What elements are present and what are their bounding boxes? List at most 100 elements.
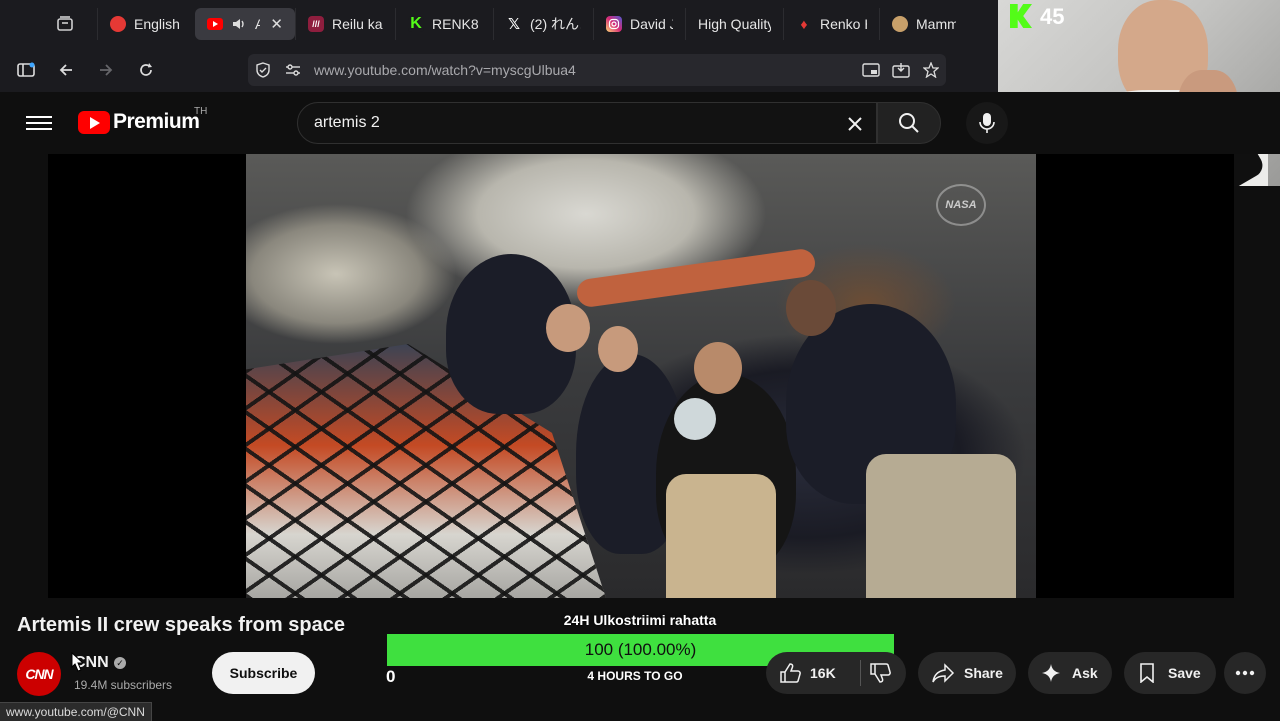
more-actions-button[interactable] [1224,652,1266,694]
tab-x[interactable]: 𝕏 (2) れんゴ [493,8,593,40]
instagram-icon [606,16,622,32]
stream-goal-title: 24H Ulkostriimi rahatta [563,612,717,628]
orange-duct [575,247,817,309]
subscribe-button[interactable]: Subscribe [212,652,315,694]
site-settings-icon[interactable] [278,63,308,77]
thumbs-up-icon [780,663,801,683]
flame-icon: ♦ [800,16,808,32]
avatar-text: CNN [25,666,53,682]
tab-renk8[interactable]: K RENK8 St [395,8,493,40]
crew-member-trousers [866,454,1016,598]
tab-overview-button[interactable] [45,8,85,40]
youtube-icon [207,16,223,32]
channel-avatar[interactable]: CNN [17,652,61,696]
bookmark-star-icon[interactable] [916,62,946,78]
address-bar[interactable]: www.youtube.com/watch?v=myscgUlbua4 [248,54,946,86]
tab-label: Mammo [916,16,956,32]
ask-label: Ask [1072,665,1098,681]
mammoth-icon [892,16,908,32]
viewer-count: 45 [1040,4,1065,29]
youtube-premium-logo[interactable]: Premium TH [78,106,207,134]
share-icon [930,663,956,683]
voice-search-button[interactable] [966,102,1008,144]
more-horizontal-icon [1235,670,1255,676]
youtube-masthead: Premium TH artemis 2 [0,92,1280,154]
tab-label: (2) れんゴ [530,16,581,32]
sidebar-toggle-button[interactable] [6,54,46,86]
arrow-right-icon [100,64,113,76]
stream-goal-start: 0 [386,667,396,686]
tab-renko[interactable]: ♦ Renko Hi [783,8,879,40]
logo-text: Premium [113,110,200,133]
country-code: TH [194,106,208,117]
subscriber-count: 19.4M subscribers [74,678,173,692]
install-app-icon[interactable] [886,62,916,78]
crew-member-head [694,342,742,394]
crew-member-head [546,304,590,352]
nasa-watermark: NASA [936,184,986,226]
back-button[interactable] [46,54,86,86]
shield-icon[interactable] [248,62,278,78]
search-icon [899,113,919,133]
tab-overview-icon [57,16,73,31]
search-query[interactable]: artemis 2 [314,114,380,132]
kick-logo [1010,4,1032,28]
tab-label: David Joy [630,16,673,32]
sparkle-icon [1040,663,1062,683]
verified-check-icon: ✓ [114,657,126,669]
browser-toolbar: www.youtube.com/watch?v=myscgUlbua4 [0,48,998,92]
tab-high-quality[interactable]: High Quality [685,8,783,40]
video-frame[interactable] [246,154,1036,598]
red-speech-icon [110,16,126,32]
reload-icon [140,63,152,76]
like-count[interactable]: 16K [810,665,836,681]
microphone-icon [979,113,995,133]
mouse-pointer-icon [71,652,85,672]
stream-goal-time-left: 4 HOURS TO GO [587,669,683,683]
tab-instagram[interactable]: David Joy [593,8,685,40]
tab-label: Renko Hi [820,16,867,32]
hamburger-menu-button[interactable] [24,112,54,134]
tab-reilu[interactable]: /// Reilu kaup [295,8,395,40]
tab-label: Arte [255,16,261,32]
url-text[interactable]: www.youtube.com/watch?v=myscgUlbua4 [314,62,856,78]
tab-label: High Quality [698,16,771,32]
reilu-icon: /// [308,16,324,32]
share-label: Share [964,665,1003,681]
x-icon: 𝕏 [507,16,521,33]
floating-ball [674,398,716,440]
clear-search-icon[interactable] [840,109,870,139]
save-label: Save [1168,665,1201,681]
close-tab-icon[interactable]: ✕ [270,15,283,33]
tab-mammo[interactable]: Mammo [879,8,968,40]
browser-tab-strip: English - Arte ✕ /// Reilu kaup K RENK8 … [0,0,998,48]
link-status-bar: www.youtube.com/@CNN [0,702,152,721]
crew-member-head [786,280,836,336]
tab-label: RENK8 St [432,16,481,32]
search-input[interactable]: artemis 2 [297,102,877,144]
kick-icon: K [408,15,424,32]
video-title: Artemis II crew speaks from space [17,614,345,636]
dislike-button[interactable] [868,663,892,683]
tab-youtube-active[interactable]: Arte ✕ [195,8,295,40]
speaker-icon[interactable] [231,16,247,32]
arrow-left-icon [59,64,72,76]
crew-member-trousers [666,474,776,598]
share-button[interactable]: Share [918,652,1016,694]
like-button[interactable] [778,663,802,683]
tab-english[interactable]: English - [97,8,195,40]
picture-in-picture-icon[interactable] [856,62,886,78]
bookmark-icon [1136,663,1158,683]
search-button[interactable] [877,102,941,144]
ask-button[interactable]: Ask [1028,652,1112,694]
youtube-play-icon [78,110,110,134]
like-divider [860,660,861,686]
reload-button[interactable] [126,54,166,86]
tab-label: English - [134,16,183,32]
tab-label: Reilu kaup [332,16,383,32]
save-button[interactable]: Save [1124,652,1216,694]
like-dislike-group: 16K [766,652,906,694]
forward-button[interactable] [86,54,126,86]
crew-member-head [598,326,638,372]
sidebar-icon [17,62,35,77]
